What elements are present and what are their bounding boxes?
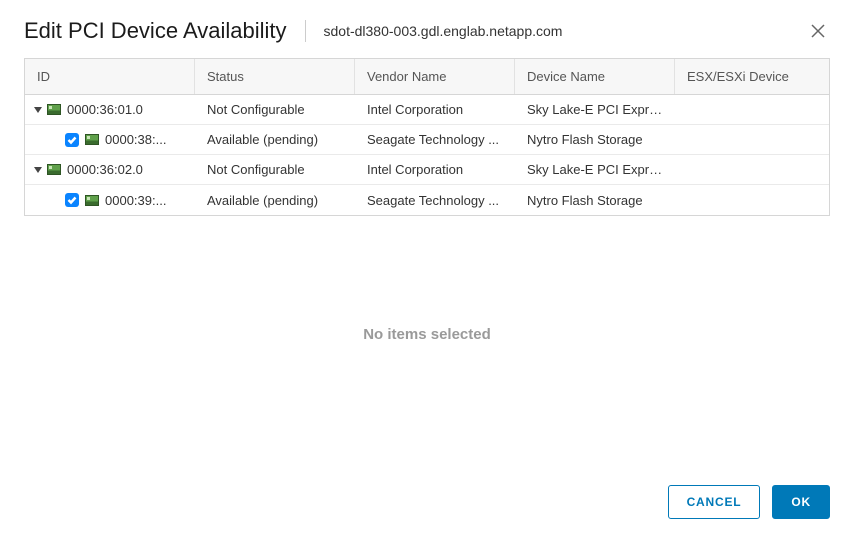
cell-id: 0000:36:02.0 [25, 156, 195, 183]
cell-id: 0000:36:01.0 [25, 96, 195, 123]
cell-device: Nytro Flash Storage [515, 126, 675, 153]
cell-status: Available (pending) [195, 126, 355, 153]
table-row[interactable]: 0000:38:... Available (pending)Seagate Te… [25, 125, 829, 155]
row-checkbox[interactable] [65, 133, 79, 147]
col-header-status[interactable]: Status [195, 59, 355, 94]
edit-pci-dialog: Edit PCI Device Availability sdot-dl380-… [0, 0, 854, 537]
cell-vendor: Intel Corporation [355, 156, 515, 183]
cancel-button[interactable]: CANCEL [668, 485, 761, 519]
cell-vendor: Seagate Technology ... [355, 126, 515, 153]
dialog-footer: CANCEL OK [0, 471, 854, 537]
cell-device: Sky Lake-E PCI Expres... [515, 156, 675, 183]
pci-device-icon [85, 134, 99, 145]
pci-device-icon [85, 195, 99, 206]
cell-vendor: Seagate Technology ... [355, 187, 515, 214]
cell-status: Not Configurable [195, 156, 355, 183]
device-id-text: 0000:36:01.0 [67, 102, 143, 117]
cell-id: 0000:38:... [25, 126, 195, 153]
col-header-esx[interactable]: ESX/ESXi Device [675, 59, 829, 94]
col-header-device[interactable]: Device Name [515, 59, 675, 94]
pci-device-table: ID Status Vendor Name Device Name ESX/ES… [24, 58, 830, 216]
cell-esx [675, 164, 829, 176]
table-row[interactable]: 0000:36:02.0 Not ConfigurableIntel Corpor… [25, 155, 829, 185]
cell-id: 0000:39:... [25, 187, 195, 214]
header-divider [305, 20, 306, 42]
dialog-header: Edit PCI Device Availability sdot-dl380-… [0, 0, 854, 58]
table-row[interactable]: 0000:36:01.0 Not ConfigurableIntel Corpor… [25, 95, 829, 125]
close-icon [811, 24, 825, 38]
cell-device: Nytro Flash Storage [515, 187, 675, 214]
cell-esx [675, 104, 829, 116]
cell-vendor: Intel Corporation [355, 96, 515, 123]
pci-device-icon [47, 104, 61, 115]
device-id-text: 0000:39:... [105, 193, 166, 208]
empty-selection-message: No items selected [24, 326, 830, 343]
dialog-content: ID Status Vendor Name Device Name ESX/ES… [0, 58, 854, 471]
table-row[interactable]: 0000:39:... Available (pending)Seagate Te… [25, 185, 829, 215]
expand-toggle-icon[interactable] [33, 105, 43, 115]
cell-esx [675, 194, 829, 206]
col-header-id[interactable]: ID [25, 59, 195, 94]
cell-status: Available (pending) [195, 187, 355, 214]
row-checkbox[interactable] [65, 193, 79, 207]
cell-esx [675, 134, 829, 146]
expand-toggle-icon[interactable] [33, 165, 43, 175]
col-header-vendor[interactable]: Vendor Name [355, 59, 515, 94]
cell-device: Sky Lake-E PCI Expres... [515, 96, 675, 123]
close-button[interactable] [806, 19, 830, 43]
device-id-text: 0000:38:... [105, 132, 166, 147]
host-name: sdot-dl380-003.gdl.englab.netapp.com [324, 23, 563, 39]
cell-status: Not Configurable [195, 96, 355, 123]
table-body: 0000:36:01.0Not ConfigurableIntel Corpor… [25, 95, 829, 215]
dialog-title: Edit PCI Device Availability [24, 18, 287, 44]
pci-device-icon [47, 164, 61, 175]
ok-button[interactable]: OK [772, 485, 830, 519]
device-id-text: 0000:36:02.0 [67, 162, 143, 177]
table-header: ID Status Vendor Name Device Name ESX/ES… [25, 59, 829, 95]
